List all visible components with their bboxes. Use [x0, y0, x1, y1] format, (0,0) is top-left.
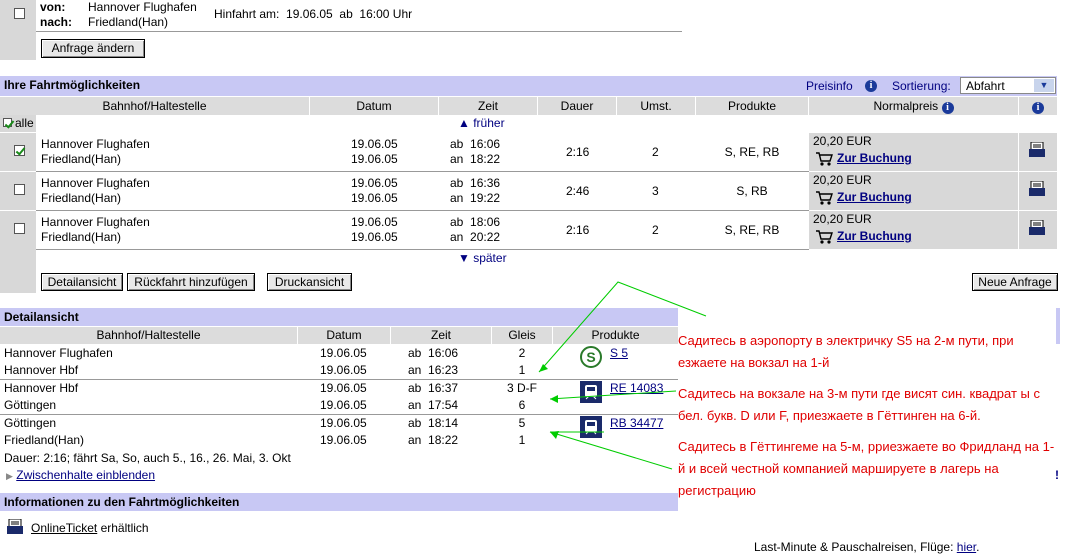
annotation-note-2: Садитесь на вокзале на 3-м пути где вися… [678, 386, 1040, 423]
annotation-note-3: Садитесь в Гёттингеме на 5-м, рриезжаете… [678, 439, 1055, 498]
annotation-exclamation: ! [1055, 468, 1059, 482]
arrow-3-head [550, 431, 559, 439]
arrow-2-line [549, 390, 677, 400]
annotation-note-1: Садитесь в аэропорту в электричку S5 на … [678, 333, 1014, 370]
arrow-1-head [539, 364, 548, 372]
arrow-2-head [550, 395, 558, 403]
arrow-3-line [549, 431, 673, 470]
